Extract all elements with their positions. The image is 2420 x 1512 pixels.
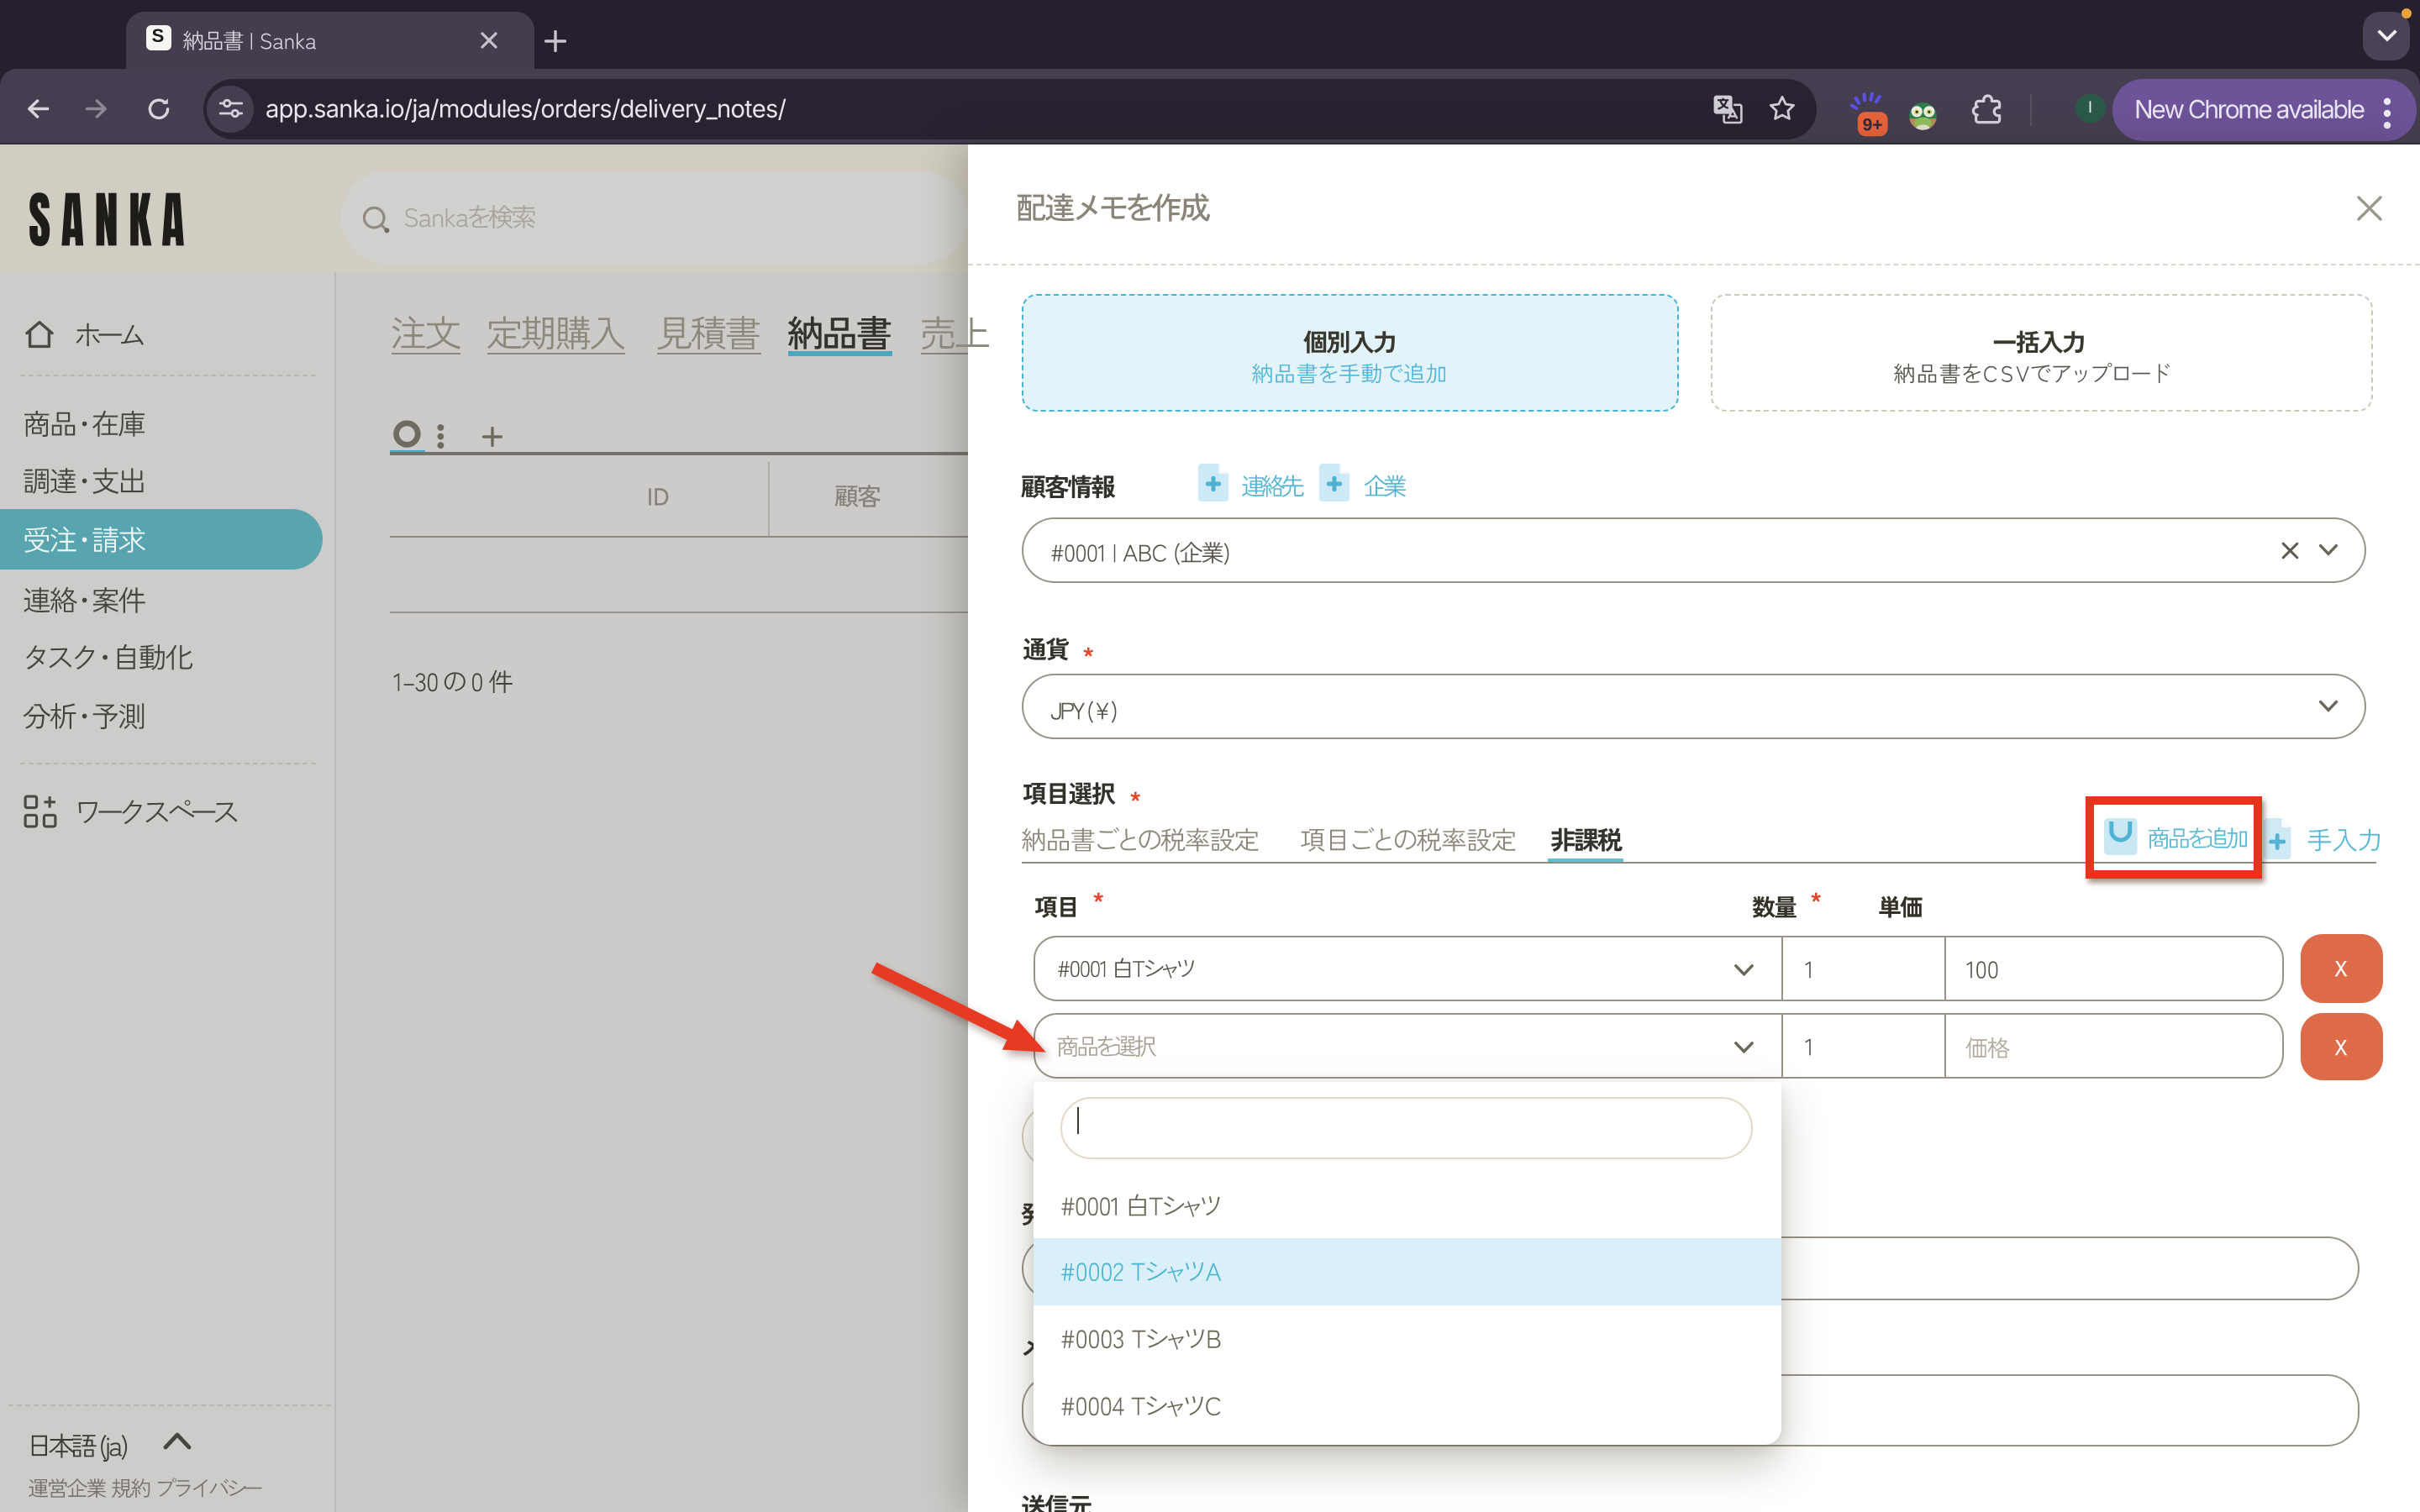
svg-text:9+: 9+ [1862,115,1882,134]
